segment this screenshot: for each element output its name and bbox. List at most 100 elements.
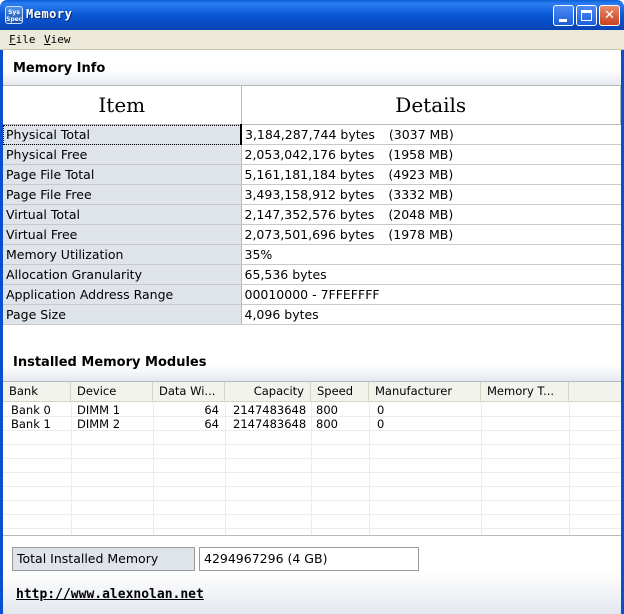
info-item-cell[interactable]: Virtual Total xyxy=(3,204,242,225)
modules-title: Installed Memory Modules xyxy=(13,355,207,370)
module-speed-cell: 800 xyxy=(316,417,338,431)
column-header-item[interactable]: Item xyxy=(3,85,242,125)
menu-view[interactable]: View xyxy=(44,33,71,46)
menu-file-accel: F xyxy=(9,33,16,46)
module-manufacturer-cell: 0 xyxy=(377,417,385,431)
info-detail-cell[interactable]: 2,053,042,176 bytes (1958 MB) xyxy=(241,144,621,165)
grid-line xyxy=(3,472,621,473)
info-detail-cell[interactable]: 3,184,287,744 bytes (3037 MB) xyxy=(241,124,621,145)
info-detail-cell[interactable]: 4,096 bytes xyxy=(241,304,621,325)
info-item-cell[interactable]: Memory Utilization xyxy=(3,244,242,265)
info-detail-value: 00010000 - 7FFEFFFF xyxy=(244,287,380,302)
menu-file[interactable]: File xyxy=(9,33,36,46)
info-detail-mb: (4923 MB) xyxy=(388,167,454,182)
info-detail-value: 3,184,287,744 bytes xyxy=(245,127,375,142)
maximize-button[interactable] xyxy=(576,5,597,26)
grid-line xyxy=(3,458,621,459)
column-header-details[interactable]: Details xyxy=(241,85,621,125)
info-detail-cell[interactable]: 5,161,181,184 bytes (4923 MB) xyxy=(241,164,621,185)
module-bank-cell: Bank 1 xyxy=(11,417,51,431)
modules-list[interactable]: Bank Device Data Wi... Capacity Speed Manufac… xyxy=(3,381,621,536)
module-manufacturer-cell: 0 xyxy=(377,403,385,417)
module-data-width-cell: 64 xyxy=(204,417,219,431)
grid-line xyxy=(3,514,621,515)
modules-column-header[interactable]: Bank xyxy=(3,382,71,402)
info-row[interactable]: Application Address Range 00010000 - 7FFE… xyxy=(3,284,621,305)
total-memory-value[interactable]: 4294967296 (4 GB) xyxy=(199,547,419,571)
info-detail-value: 2,073,501,696 bytes xyxy=(244,227,375,242)
info-item-cell[interactable]: Page File Free xyxy=(3,184,242,205)
info-detail-value: 65,536 bytes xyxy=(244,267,327,282)
window-title: Memory xyxy=(26,7,73,21)
info-detail-value: 2,147,352,576 bytes xyxy=(244,207,375,222)
module-device-cell: DIMM 1 xyxy=(77,403,121,417)
info-detail-mb: (1958 MB) xyxy=(388,147,454,162)
info-row[interactable]: Physical Free 2,053,042,176 bytes (1958 MB… xyxy=(3,144,621,165)
modules-column-header[interactable]: Memory T... xyxy=(481,382,569,402)
info-detail-cell[interactable]: 00010000 - 7FFEFFFF xyxy=(241,284,621,305)
grid-line xyxy=(369,402,370,535)
title-bar[interactable]: Sys Spec Memory ✕ xyxy=(0,0,624,30)
info-detail-mb: (1978 MB) xyxy=(388,227,454,242)
close-icon: ✕ xyxy=(604,8,615,23)
info-item-cell[interactable]: Page Size xyxy=(3,304,242,325)
modules-column-header[interactable]: Speed xyxy=(311,382,369,402)
info-row[interactable]: Page Size 4,096 bytes xyxy=(3,304,621,325)
info-row[interactable]: Memory Utilization 35% xyxy=(3,244,621,265)
info-detail-cell[interactable]: 35% xyxy=(241,244,621,265)
menu-view-accel: V xyxy=(44,33,51,46)
grid-line xyxy=(3,500,621,501)
info-detail-mb: (2048 MB) xyxy=(388,207,454,222)
grid-line xyxy=(3,486,621,487)
info-row[interactable]: Physical Total 3,184,287,744 bytes (3037 M… xyxy=(3,124,621,145)
info-item-cell[interactable]: Virtual Free xyxy=(3,224,242,245)
app-icon[interactable]: Sys Spec xyxy=(5,6,23,24)
grid-line xyxy=(569,402,570,535)
memory-info-header: Memory Info xyxy=(3,50,621,86)
modules-column-header[interactable]: Capacity xyxy=(225,382,311,402)
info-row[interactable]: Page File Free 3,493,158,912 bytes (3332 M… xyxy=(3,184,621,205)
modules-column-header[interactable]: Device xyxy=(71,382,153,402)
modules-column-header[interactable]: Manufacturer xyxy=(369,382,481,402)
minimize-button[interactable] xyxy=(553,5,574,26)
info-row[interactable]: Virtual Total 2,147,352,576 bytes (2048 MB… xyxy=(3,204,621,225)
maximize-icon xyxy=(581,10,592,21)
menu-view-label: iew xyxy=(50,33,71,46)
info-item-cell[interactable]: Application Address Range xyxy=(3,284,242,305)
menu-bar: File View xyxy=(0,30,624,50)
memory-info-table: Item Details Physical Total 3,184,287,744… xyxy=(3,85,621,325)
website-link[interactable]: http://www.alexnolan.net xyxy=(16,587,204,602)
module-data-width-cell: 64 xyxy=(204,403,219,417)
total-memory-label: Total Installed Memory xyxy=(12,547,195,571)
module-device-cell: DIMM 2 xyxy=(77,417,121,431)
info-detail-cell[interactable]: 65,536 bytes xyxy=(241,264,621,285)
app-icon-text: Sys Spec xyxy=(6,9,23,23)
info-detail-value: 5,161,181,184 bytes xyxy=(244,167,375,182)
grid-line xyxy=(3,528,621,529)
info-detail-mb: (3332 MB) xyxy=(388,187,454,202)
info-row[interactable]: Allocation Granularity 65,536 bytes xyxy=(3,264,621,285)
grid-line xyxy=(3,444,621,445)
module-capacity-cell: 2147483648 xyxy=(233,403,307,417)
info-detail-value: 35% xyxy=(244,247,273,262)
info-detail-value: 4,096 bytes xyxy=(244,307,319,322)
info-item-cell[interactable]: Physical Total xyxy=(3,124,242,145)
info-detail-cell[interactable]: 3,493,158,912 bytes (3332 MB) xyxy=(241,184,621,205)
module-speed-cell: 800 xyxy=(316,403,338,417)
module-capacity-cell: 2147483648 xyxy=(233,417,307,431)
info-row[interactable]: Page File Total 5,161,181,184 bytes (4923 … xyxy=(3,164,621,185)
grid-line xyxy=(311,402,312,535)
grid-line xyxy=(225,402,226,535)
modules-column-header[interactable]: Data Wi... xyxy=(153,382,225,402)
info-detail-value: 3,493,158,912 bytes xyxy=(244,187,375,202)
info-item-cell[interactable]: Physical Free xyxy=(3,144,242,165)
close-button[interactable]: ✕ xyxy=(599,5,620,26)
info-item-cell[interactable]: Allocation Granularity xyxy=(3,264,242,285)
modules-header: Installed Memory Modules xyxy=(3,344,621,382)
grid-line xyxy=(481,402,482,535)
info-detail-cell[interactable]: 2,147,352,576 bytes (2048 MB) xyxy=(241,204,621,225)
info-detail-cell[interactable]: 2,073,501,696 bytes (1978 MB) xyxy=(241,224,621,245)
modules-column-headers: Bank Device Data Wi... Capacity Speed Manufac… xyxy=(3,382,621,402)
info-row[interactable]: Virtual Free 2,073,501,696 bytes (1978 MB) xyxy=(3,224,621,245)
info-item-cell[interactable]: Page File Total xyxy=(3,164,242,185)
